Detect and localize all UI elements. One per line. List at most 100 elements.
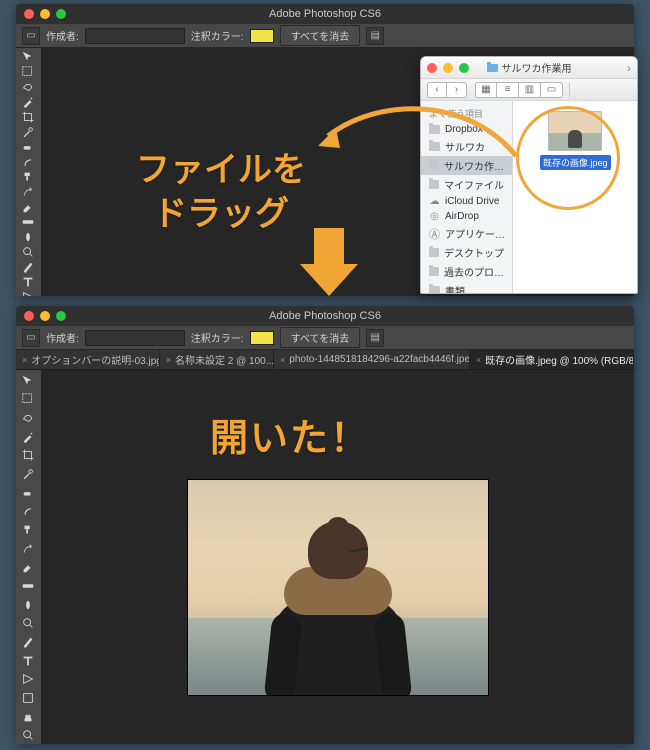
close-tab-icon[interactable]: × (166, 355, 171, 365)
gradient-tool-icon[interactable] (16, 577, 40, 595)
sidebar-item-label: サルワカ作… (444, 158, 504, 173)
history-tool-icon[interactable] (16, 540, 40, 558)
annotation-drag: ファイルをドラッグ (136, 148, 306, 236)
heal-tool-icon[interactable] (16, 484, 40, 502)
crop-tool-icon[interactable] (16, 110, 40, 124)
dodge-tool-icon[interactable] (16, 615, 40, 633)
type-tool-icon[interactable] (16, 652, 40, 670)
lasso-tool-icon[interactable] (16, 409, 40, 427)
eraser-tool-icon[interactable] (16, 200, 40, 214)
sidebar-item-label: 過去のプロ… (444, 264, 504, 279)
sidebar-item[interactable]: 書類 (421, 281, 512, 293)
window-title: Adobe Photoshop CS6 (16, 8, 634, 20)
wand-tool-icon[interactable] (16, 428, 40, 446)
close-tab-icon[interactable]: × (280, 355, 285, 365)
close-tab-icon[interactable]: × (22, 355, 27, 365)
pen-tool-icon[interactable] (16, 633, 40, 651)
note-tool-icon[interactable]: ▭ (22, 329, 40, 347)
eraser-tool-icon[interactable] (16, 559, 40, 577)
finder-file-area[interactable]: 既存の画像.jpeg (513, 101, 637, 293)
path-tool-icon[interactable] (16, 290, 40, 296)
author-label: 作成者: (46, 28, 79, 43)
history-tool-icon[interactable] (16, 185, 40, 199)
sidebar-item[interactable]: サルワカ (421, 137, 512, 156)
minimize-icon[interactable] (40, 311, 50, 321)
tab-label: 既存の画像.jpeg @ 100% (RGB/8) (485, 352, 634, 367)
file-item[interactable]: 既存の画像.jpeg (540, 111, 610, 170)
sidebar-item[interactable]: Dropbox (421, 122, 512, 137)
document-tab[interactable]: × 既存の画像.jpeg @ 100% (RGB/8) (470, 350, 634, 369)
sidebar-item[interactable]: ☁iCloud Drive (421, 194, 512, 209)
view-list-icon[interactable]: ≡ (497, 82, 519, 98)
type-tool-icon[interactable] (16, 275, 40, 289)
hand-tool-icon[interactable] (16, 708, 40, 726)
sidebar-item[interactable]: サルワカ作… (421, 156, 512, 175)
heal-tool-icon[interactable] (16, 140, 40, 154)
document-tab[interactable]: ×名称未設定 2 @ 100... (160, 350, 274, 369)
folder-icon (429, 161, 439, 170)
eyedropper-tool-icon[interactable] (16, 465, 40, 483)
tool-palette (16, 370, 42, 744)
view-columns-icon[interactable]: ▥ (519, 82, 541, 98)
color-swatch[interactable] (250, 29, 274, 43)
pen-tool-icon[interactable] (16, 260, 40, 274)
window-title: Adobe Photoshop CS6 (16, 310, 634, 322)
sidebar-item[interactable]: 過去のプロ… (421, 262, 512, 281)
blur-tool-icon[interactable] (16, 596, 40, 614)
view-gallery-icon[interactable]: ▭ (541, 82, 563, 98)
dodge-tool-icon[interactable] (16, 245, 40, 259)
photoshop-window-after: Adobe Photoshop CS6 ▭ 作成者: 注釈カラー: すべてを消去… (16, 306, 634, 744)
view-icons-icon[interactable]: ▦ (475, 82, 497, 98)
panel-toggle-icon[interactable]: ▤ (366, 27, 384, 45)
sidebar-item[interactable]: デスクトップ (421, 243, 512, 262)
note-tool-icon[interactable]: ▭ (22, 27, 40, 45)
zoom-tool-icon[interactable] (16, 726, 40, 744)
nav-back-forward[interactable]: ‹ › (427, 82, 467, 98)
annotation-opened: 開いた！ (210, 415, 370, 464)
move-tool-icon[interactable] (16, 372, 40, 390)
stamp-tool-icon[interactable] (16, 170, 40, 184)
finder-window: サルワカ作業用 › ‹ › ▦ ≡ ▥ ▭ よく使う項目 Dropboxサルワカ… (420, 56, 638, 294)
sidebar-item[interactable]: ◎AirDrop (421, 209, 512, 224)
forward-button[interactable]: › (447, 82, 467, 98)
author-input[interactable] (85, 330, 185, 346)
stamp-tool-icon[interactable] (16, 521, 40, 539)
move-tool-icon[interactable] (16, 50, 40, 64)
brush-tool-icon[interactable] (16, 503, 40, 521)
eyedropper-tool-icon[interactable] (16, 125, 40, 139)
author-input[interactable] (85, 28, 185, 44)
clear-all-button[interactable]: すべてを消去 (280, 25, 361, 46)
clear-all-button[interactable]: すべてを消去 (280, 327, 361, 348)
close-icon[interactable] (24, 9, 34, 19)
chevron-right-icon[interactable]: › (627, 61, 631, 75)
crop-tool-icon[interactable] (16, 447, 40, 465)
brush-tool-icon[interactable] (16, 155, 40, 169)
color-swatch[interactable] (250, 331, 274, 345)
back-button[interactable]: ‹ (427, 82, 447, 98)
tab-label: オプションバーの説明-03.jpg (31, 352, 159, 367)
marquee-tool-icon[interactable] (16, 391, 40, 409)
document-tab[interactable]: ×photo-1448518184296-a22facb4446f.jpeg (274, 350, 470, 369)
gradient-tool-icon[interactable] (16, 215, 40, 229)
maximize-icon[interactable] (56, 311, 66, 321)
marquee-tool-icon[interactable] (16, 65, 40, 79)
close-tab-icon[interactable]: × (476, 355, 481, 365)
sidebar-item-label: Dropbox (445, 124, 483, 135)
sidebar-item[interactable]: Ⓐアプリケー… (421, 224, 512, 243)
blur-tool-icon[interactable] (16, 230, 40, 244)
maximize-icon[interactable] (56, 9, 66, 19)
path-tool-icon[interactable] (16, 671, 40, 689)
panel-toggle-icon[interactable]: ▤ (366, 329, 384, 347)
titlebar: Adobe Photoshop CS6 (16, 306, 634, 326)
shape-tool-icon[interactable] (16, 689, 40, 707)
minimize-icon[interactable] (40, 9, 50, 19)
close-icon[interactable] (24, 311, 34, 321)
finder-toolbar: ‹ › ▦ ≡ ▥ ▭ (421, 79, 637, 101)
titlebar: Adobe Photoshop CS6 (16, 4, 634, 24)
document-tab[interactable]: × オプションバーの説明-03.jpg (16, 350, 160, 369)
down-arrow-icon (300, 228, 358, 296)
view-mode-segmented[interactable]: ▦ ≡ ▥ ▭ (475, 82, 563, 98)
lasso-tool-icon[interactable] (16, 80, 40, 94)
sidebar-item[interactable]: マイファイル (421, 175, 512, 194)
wand-tool-icon[interactable] (16, 95, 40, 109)
